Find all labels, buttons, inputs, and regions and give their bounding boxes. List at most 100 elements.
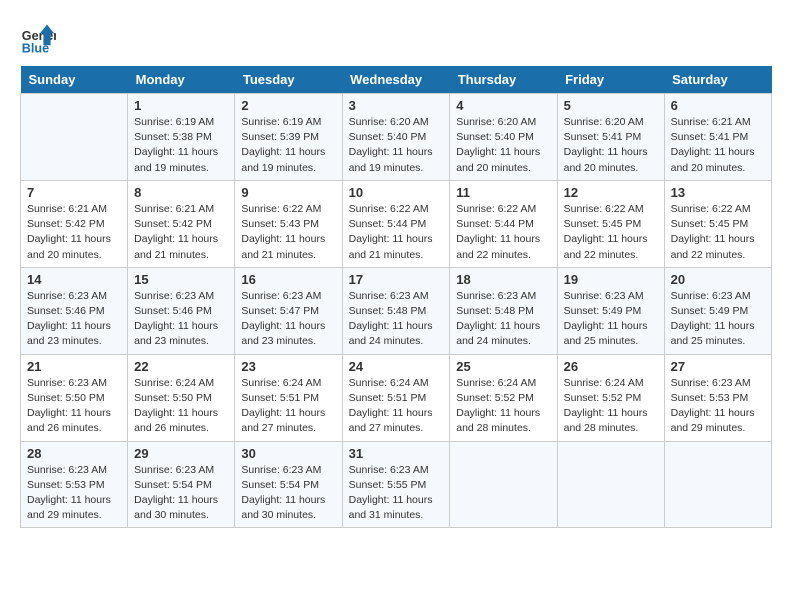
day-info: Sunrise: 6:20 AM Sunset: 5:40 PM Dayligh… [456, 115, 550, 176]
day-info: Sunrise: 6:20 AM Sunset: 5:41 PM Dayligh… [564, 115, 658, 176]
day-number: 15 [134, 272, 228, 287]
day-info: Sunrise: 6:22 AM Sunset: 5:45 PM Dayligh… [671, 202, 765, 263]
day-info: Sunrise: 6:22 AM Sunset: 5:43 PM Dayligh… [241, 202, 335, 263]
calendar-cell: 24Sunrise: 6:24 AM Sunset: 5:51 PM Dayli… [342, 354, 450, 441]
day-info: Sunrise: 6:24 AM Sunset: 5:52 PM Dayligh… [564, 376, 658, 437]
calendar-cell: 11 Sunrise: 6:22 AM Sunset: 5:44 PM Dayli… [450, 180, 557, 267]
day-number: 9 [241, 185, 335, 200]
day-number: 4 [456, 98, 550, 113]
day-number: 30 [241, 446, 335, 461]
day-number: 17 [349, 272, 444, 287]
day-number: 21 [27, 359, 121, 374]
calendar-cell: 9 Sunrise: 6:22 AM Sunset: 5:43 PM Daylig… [235, 180, 342, 267]
day-info: Sunrise: 6:23 AM Sunset: 5:46 PM Dayligh… [134, 289, 228, 350]
calendar-cell: 5 Sunrise: 6:20 AM Sunset: 5:41 PM Daylig… [557, 94, 664, 181]
weekday-header-row: SundayMondayTuesdayWednesdayThursdayFrid… [21, 66, 772, 94]
calendar-cell: 30 Sunrise: 6:23 AM Sunset: 5:54 PM Dayli… [235, 441, 342, 528]
day-info: Sunrise: 6:24 AM Sunset: 5:51 PM Dayligh… [349, 376, 444, 437]
calendar-cell: 3 Sunrise: 6:20 AM Sunset: 5:40 PM Daylig… [342, 94, 450, 181]
day-info: Sunrise: 6:23 AM Sunset: 5:50 PM Dayligh… [27, 376, 121, 437]
day-info: Sunrise: 6:22 AM Sunset: 5:45 PM Dayligh… [564, 202, 658, 263]
weekday-header-sunday: Sunday [21, 66, 128, 94]
day-info: Sunrise: 6:23 AM Sunset: 5:48 PM Dayligh… [349, 289, 444, 350]
calendar-cell: 2 Sunrise: 6:19 AM Sunset: 5:39 PM Daylig… [235, 94, 342, 181]
week-row-4: 21 Sunrise: 6:23 AM Sunset: 5:50 PM Dayli… [21, 354, 772, 441]
day-number: 2 [241, 98, 335, 113]
week-row-1: 1 Sunrise: 6:19 AM Sunset: 5:38 PM Daylig… [21, 94, 772, 181]
page-header: General Blue [20, 20, 772, 56]
day-info: Sunrise: 6:20 AM Sunset: 5:40 PM Dayligh… [349, 115, 444, 176]
weekday-header-saturday: Saturday [664, 66, 771, 94]
day-number: 22 [134, 359, 228, 374]
day-info: Sunrise: 6:23 AM Sunset: 5:55 PM Dayligh… [349, 463, 444, 524]
day-number: 8 [134, 185, 228, 200]
weekday-header-friday: Friday [557, 66, 664, 94]
day-number: 7 [27, 185, 121, 200]
day-number: 20 [671, 272, 765, 287]
day-number: 18 [456, 272, 550, 287]
calendar-cell: 23 Sunrise: 6:24 AM Sunset: 5:51 PM Dayli… [235, 354, 342, 441]
calendar-cell: 14 Sunrise: 6:23 AM Sunset: 5:46 PM Dayli… [21, 267, 128, 354]
day-info: Sunrise: 6:23 AM Sunset: 5:54 PM Dayligh… [134, 463, 228, 524]
calendar-cell: 25 Sunrise: 6:24 AM Sunset: 5:52 PM Dayli… [450, 354, 557, 441]
calendar-cell: 12Sunrise: 6:22 AM Sunset: 5:45 PM Dayli… [557, 180, 664, 267]
calendar-cell: 31 Sunrise: 6:23 AM Sunset: 5:55 PM Dayli… [342, 441, 450, 528]
day-info: Sunrise: 6:24 AM Sunset: 5:52 PM Dayligh… [456, 376, 550, 437]
day-number: 26 [564, 359, 658, 374]
weekday-header-wednesday: Wednesday [342, 66, 450, 94]
day-number: 29 [134, 446, 228, 461]
calendar-cell: 17 Sunrise: 6:23 AM Sunset: 5:48 PM Dayli… [342, 267, 450, 354]
day-number: 10 [349, 185, 444, 200]
day-info: Sunrise: 6:23 AM Sunset: 5:49 PM Dayligh… [671, 289, 765, 350]
calendar-cell: 16 Sunrise: 6:23 AM Sunset: 5:47 PM Dayli… [235, 267, 342, 354]
weekday-header-tuesday: Tuesday [235, 66, 342, 94]
calendar-cell: 15 Sunrise: 6:23 AM Sunset: 5:46 PM Dayli… [128, 267, 235, 354]
day-info: Sunrise: 6:23 AM Sunset: 5:53 PM Dayligh… [671, 376, 765, 437]
calendar-cell [557, 441, 664, 528]
logo: General Blue [20, 20, 60, 56]
day-number: 19 [564, 272, 658, 287]
day-number: 5 [564, 98, 658, 113]
day-info: Sunrise: 6:23 AM Sunset: 5:54 PM Dayligh… [241, 463, 335, 524]
calendar-cell: 20 Sunrise: 6:23 AM Sunset: 5:49 PM Dayli… [664, 267, 771, 354]
day-number: 31 [349, 446, 444, 461]
calendar-cell: 28Sunrise: 6:23 AM Sunset: 5:53 PM Dayli… [21, 441, 128, 528]
calendar-cell: 27 Sunrise: 6:23 AM Sunset: 5:53 PM Dayli… [664, 354, 771, 441]
day-info: Sunrise: 6:21 AM Sunset: 5:42 PM Dayligh… [134, 202, 228, 263]
calendar-cell: 29 Sunrise: 6:23 AM Sunset: 5:54 PM Dayli… [128, 441, 235, 528]
logo-icon: General Blue [20, 20, 56, 56]
calendar-cell [450, 441, 557, 528]
week-row-3: 14 Sunrise: 6:23 AM Sunset: 5:46 PM Dayli… [21, 267, 772, 354]
day-number: 14 [27, 272, 121, 287]
calendar-cell: 10 Sunrise: 6:22 AM Sunset: 5:44 PM Dayli… [342, 180, 450, 267]
day-info: Sunrise: 6:23 AM Sunset: 5:49 PM Dayligh… [564, 289, 658, 350]
day-info: Sunrise: 6:22 AM Sunset: 5:44 PM Dayligh… [349, 202, 444, 263]
day-info: Sunrise: 6:23 AM Sunset: 5:48 PM Dayligh… [456, 289, 550, 350]
day-number: 3 [349, 98, 444, 113]
day-number: 16 [241, 272, 335, 287]
calendar-cell [21, 94, 128, 181]
day-number: 25 [456, 359, 550, 374]
day-info: Sunrise: 6:24 AM Sunset: 5:51 PM Dayligh… [241, 376, 335, 437]
day-number: 23 [241, 359, 335, 374]
day-number: 11 [456, 185, 550, 200]
calendar-cell: 1 Sunrise: 6:19 AM Sunset: 5:38 PM Daylig… [128, 94, 235, 181]
calendar-cell: 21 Sunrise: 6:23 AM Sunset: 5:50 PM Dayli… [21, 354, 128, 441]
day-info: Sunrise: 6:19 AM Sunset: 5:38 PM Dayligh… [134, 115, 228, 176]
day-number: 1 [134, 98, 228, 113]
calendar-cell: 6Sunrise: 6:21 AM Sunset: 5:41 PM Daylig… [664, 94, 771, 181]
day-info: Sunrise: 6:23 AM Sunset: 5:47 PM Dayligh… [241, 289, 335, 350]
day-info: Sunrise: 6:23 AM Sunset: 5:46 PM Dayligh… [27, 289, 121, 350]
day-number: 28 [27, 446, 121, 461]
calendar-cell: 26 Sunrise: 6:24 AM Sunset: 5:52 PM Dayli… [557, 354, 664, 441]
day-number: 27 [671, 359, 765, 374]
day-info: Sunrise: 6:22 AM Sunset: 5:44 PM Dayligh… [456, 202, 550, 263]
day-number: 13 [671, 185, 765, 200]
day-info: Sunrise: 6:19 AM Sunset: 5:39 PM Dayligh… [241, 115, 335, 176]
day-info: Sunrise: 6:21 AM Sunset: 5:41 PM Dayligh… [671, 115, 765, 176]
calendar-cell: 19 Sunrise: 6:23 AM Sunset: 5:49 PM Dayli… [557, 267, 664, 354]
calendar-cell: 8 Sunrise: 6:21 AM Sunset: 5:42 PM Daylig… [128, 180, 235, 267]
calendar-cell: 18 Sunrise: 6:23 AM Sunset: 5:48 PM Dayli… [450, 267, 557, 354]
weekday-header-thursday: Thursday [450, 66, 557, 94]
week-row-5: 28Sunrise: 6:23 AM Sunset: 5:53 PM Dayli… [21, 441, 772, 528]
